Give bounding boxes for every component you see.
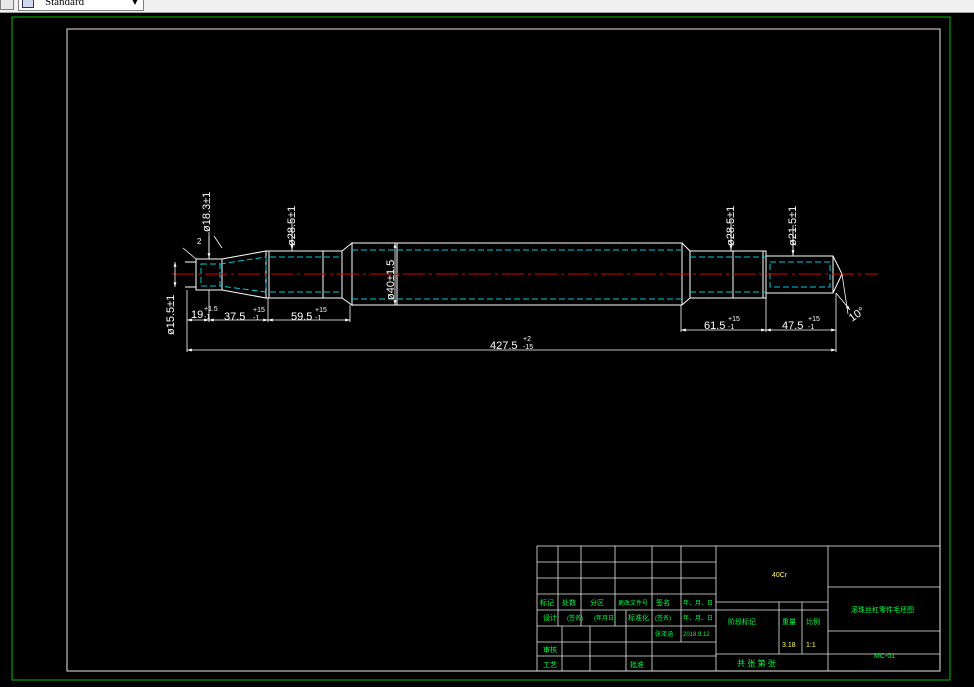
text-style-combo[interactable]: Standard ▼ xyxy=(18,0,144,11)
tb-count: 处数 xyxy=(562,598,576,607)
dim-overall-tol-upper: +2 xyxy=(523,336,531,343)
dim-d-left-journal: ø28.5±1 xyxy=(286,206,298,246)
tb-stage-mark: 阶段标记 xyxy=(728,617,756,626)
dim-d-left-taper: ø18.3±1 xyxy=(201,192,213,232)
tb-signer: 张泽涵 xyxy=(655,630,673,638)
tb-design-date: (年月日) xyxy=(594,614,616,622)
tb-drawing-title: 滚珠丝杠零件毛坯图 xyxy=(851,605,914,614)
text-style-icon xyxy=(22,0,34,8)
tb-scale-value: 1:1 xyxy=(806,642,816,649)
tb-material: 40Cr xyxy=(772,572,788,579)
tb-drawing-number: MC-01 xyxy=(874,653,895,660)
dim-l-37-5-tol-upper: +15 xyxy=(253,307,265,314)
extension-lines xyxy=(186,220,837,352)
dim-chamfer: 2 xyxy=(197,237,202,246)
tb-weight-value: 3.18 xyxy=(782,642,796,649)
properties-toolbar: Standard ▼ xyxy=(0,0,974,13)
dim-d-right-end: ø21.5±1 xyxy=(787,206,799,246)
dim-l-59-5: 59.5 xyxy=(291,311,312,323)
tb-std-sign: (签名) xyxy=(655,614,671,622)
tb-process: 工艺 xyxy=(543,661,557,669)
dim-l-47-5: 47.5 xyxy=(782,320,803,332)
dimension-lines xyxy=(173,226,851,352)
dim-d-middle: ø40±1.5 xyxy=(385,260,397,300)
dim-l-59-5-tol-upper: +15 xyxy=(315,307,327,314)
dim-angle: 10° xyxy=(847,305,868,324)
dim-l-61-5-tol-lower: -1 xyxy=(728,324,734,331)
dim-overall-tol-lower: -15 xyxy=(523,344,533,351)
dim-l-61-5-tol-upper: +15 xyxy=(728,316,740,323)
tb-std-date: 年、月、日 xyxy=(683,614,713,622)
tb-review: 审核 xyxy=(543,645,557,654)
toolbar-dropdown-button[interactable] xyxy=(0,0,14,10)
dim-l-47-5-tol-upper: +15 xyxy=(808,316,820,323)
dim-l-47-5-tol-lower: -1 xyxy=(808,324,814,331)
text-style-value: Standard xyxy=(45,0,85,8)
dim-l-19-tol-upper: +1.5 xyxy=(204,306,218,313)
chevron-down-icon[interactable]: ▼ xyxy=(132,0,138,7)
tb-standardize: 标准化 xyxy=(628,613,649,622)
tb-design-sign: (签名) xyxy=(567,614,583,622)
dim-d-left-end: ø15.5±1 xyxy=(165,295,177,335)
dim-l-19: 19 xyxy=(191,309,203,321)
sheet-outer-border xyxy=(11,16,951,681)
tb-signature: 签名 xyxy=(656,598,670,607)
dim-l-37-5-tol-lower: -1 xyxy=(253,315,259,322)
dim-l-37-5: 37.5 xyxy=(224,311,245,323)
tb-weight: 重量 xyxy=(782,618,796,626)
tb-mark: 标记 xyxy=(540,598,554,607)
tb-change-doc: 更改文件号 xyxy=(618,599,648,607)
dim-l-61-5: 61.5 xyxy=(704,320,725,332)
tb-scale: 比例 xyxy=(806,617,820,626)
tb-zone: 分区 xyxy=(590,598,604,607)
dim-d-right-journal: ø28.5±1 xyxy=(725,206,737,246)
cad-drawing-canvas[interactable]: ø15.5±1 ø18.3±1 ø28.5±1 ø40±1.5 ø28.5±1 … xyxy=(0,13,974,687)
dim-l-19-tol-lower: -1 xyxy=(204,314,210,321)
tb-approve: 批准 xyxy=(630,660,644,669)
tb-sign-date: 2018.9.12 xyxy=(683,632,710,638)
tb-sheets: 共 张 第 张 xyxy=(737,658,776,668)
tb-date: 年、月、日 xyxy=(683,599,713,607)
tb-design: 设计 xyxy=(543,613,557,622)
dim-overall: 427.5 xyxy=(490,340,518,352)
dim-l-59-5-tol-lower: -1 xyxy=(315,315,321,322)
